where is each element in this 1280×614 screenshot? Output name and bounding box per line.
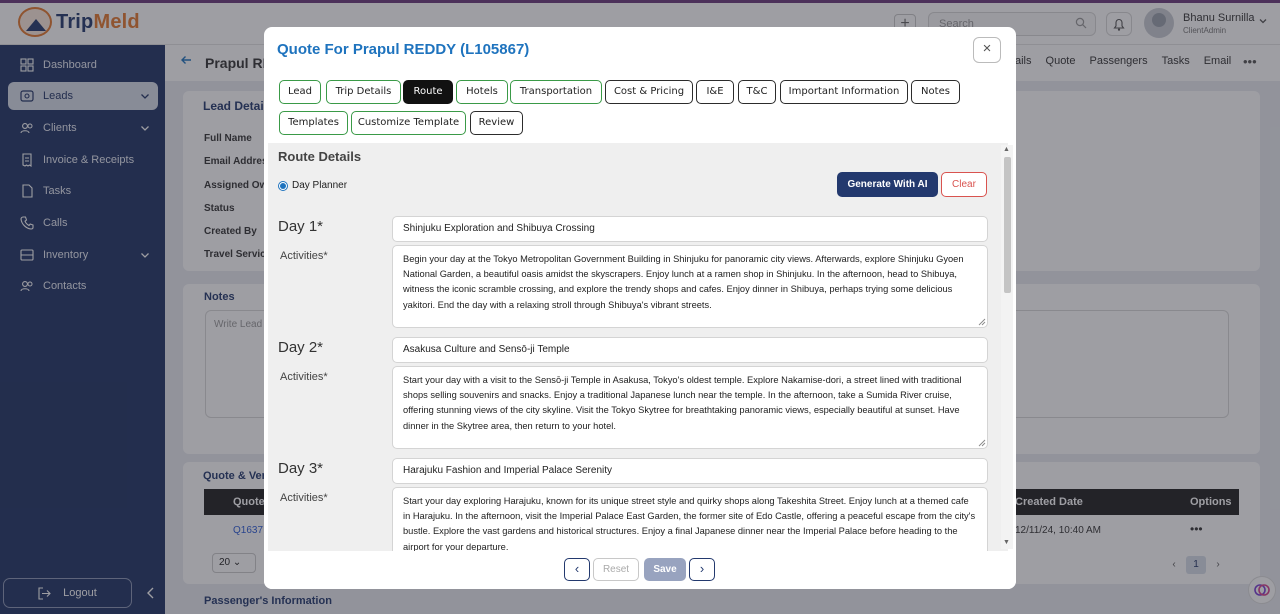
day-title-input[interactable]: Shinjuku Exploration and Shibuya Crossin… [392, 216, 988, 242]
resize-handle-icon[interactable] [978, 439, 986, 447]
generate-with-ai-button[interactable]: Generate With AI [837, 172, 938, 197]
tab-review[interactable]: Review [470, 111, 523, 135]
day-label: Day 1* [278, 218, 324, 235]
tab-important-information[interactable]: Important Information [780, 80, 908, 104]
activities-text: Start your day exploring Harajuku, known… [403, 496, 976, 551]
next-button[interactable]: › [689, 558, 715, 581]
day-label: Day 2* [278, 339, 324, 356]
tab-cost-pricing[interactable]: Cost & Pricing [605, 80, 693, 104]
day-label: Day 3* [278, 460, 324, 477]
activities-textarea[interactable]: Start your day exploring Harajuku, known… [392, 487, 988, 551]
tab-templates[interactable]: Templates [279, 111, 348, 135]
day-title-input[interactable]: Asakusa Culture and Sensō-ji Temple [392, 337, 988, 363]
activities-textarea[interactable]: Begin your day at the Tokyo Metropolitan… [392, 245, 988, 328]
day-planner-radio[interactable] [278, 181, 288, 191]
tab-ie[interactable]: I&E [696, 80, 734, 104]
activities-text: Begin your day at the Tokyo Metropolitan… [403, 254, 964, 310]
save-button[interactable]: Save [644, 558, 686, 581]
reset-button[interactable]: Reset [593, 558, 639, 581]
tab-route[interactable]: Route [403, 80, 453, 104]
scroll-thumb[interactable] [1004, 157, 1011, 293]
route-details-panel: Route Details Day Planner Generate With … [268, 143, 1008, 551]
tab-customize-template[interactable]: Customize Template [351, 111, 466, 135]
previous-button[interactable]: ‹ [564, 558, 590, 581]
day-title-input[interactable]: Harajuku Fashion and Imperial Palace Ser… [392, 458, 988, 484]
scroll-down-icon[interactable]: ▼ [1003, 539, 1010, 546]
resize-handle-icon[interactable] [978, 318, 986, 326]
activities-label: Activities* [280, 492, 328, 504]
quote-modal: Quote For Prapul REDDY (L105867) × Lead … [264, 27, 1016, 589]
tab-notes[interactable]: Notes [911, 80, 960, 104]
clear-button[interactable]: Clear [941, 172, 987, 197]
activities-label: Activities* [280, 371, 328, 383]
scrollbar[interactable]: ▲ ▼ [1001, 145, 1013, 549]
close-button[interactable]: × [973, 37, 1001, 63]
tab-trip-details[interactable]: Trip Details [326, 80, 401, 104]
section-title: Route Details [278, 149, 362, 164]
scroll-up-icon[interactable]: ▲ [1003, 146, 1010, 153]
day-planner-label[interactable]: Day Planner [292, 180, 347, 191]
tab-transportation[interactable]: Transportation [510, 80, 602, 104]
tab-hotels[interactable]: Hotels [456, 80, 508, 104]
activities-label: Activities* [280, 250, 328, 262]
activities-textarea[interactable]: Start your day with a visit to the Sensō… [392, 366, 988, 449]
activities-text: Start your day with a visit to the Sensō… [403, 375, 962, 431]
tab-tc[interactable]: T&C [738, 80, 776, 104]
modal-title: Quote For Prapul REDDY (L105867) [277, 41, 530, 58]
modal-footer: ‹ Reset Save › [264, 551, 1016, 589]
tab-lead[interactable]: Lead [279, 80, 321, 104]
